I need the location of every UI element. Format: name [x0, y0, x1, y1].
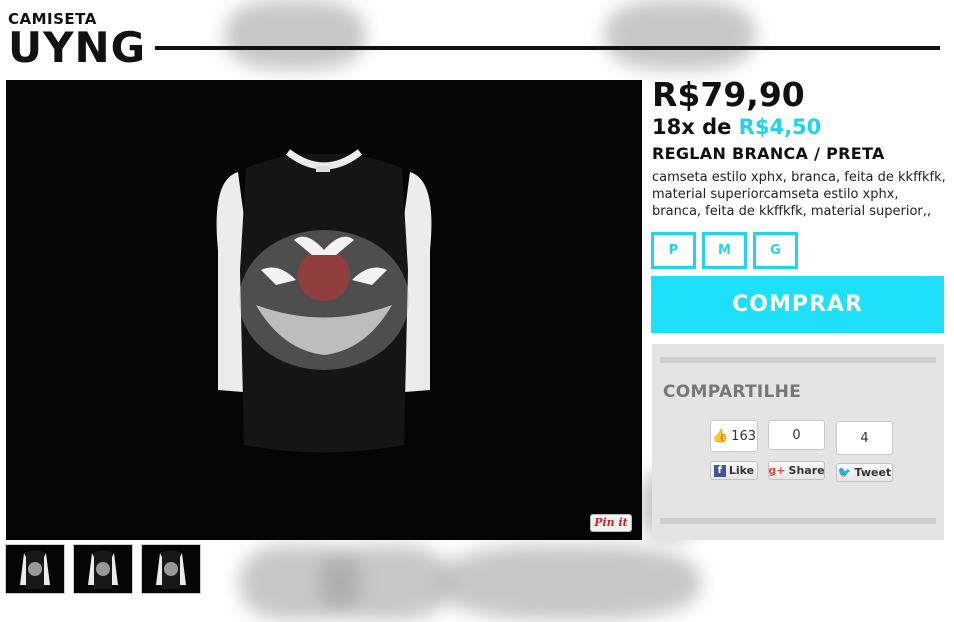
twitter-tweet-label: Tweet	[854, 466, 892, 479]
product-name: REGLAN BRANCA / PRETA	[652, 144, 885, 163]
page-header: CAMISETA UYNG	[8, 10, 147, 72]
product-description: camseta estilo xphx, branca, feita de kk…	[652, 170, 946, 219]
page-title: UYNG	[8, 23, 147, 72]
thumbnail-shirt-icon	[88, 550, 118, 589]
twitter-tweet-button[interactable]: 🐦 Tweet	[836, 463, 893, 482]
buy-button[interactable]: COMPRAR	[651, 276, 944, 333]
background-blur	[605, 0, 755, 70]
share-panel: COMPARTILHE 👍 163 f Like 0 g+ Share 4 🐦 …	[652, 344, 944, 540]
twitter-count: 4	[836, 421, 893, 455]
facebook-count-value: 163	[731, 428, 756, 444]
facebook-count: 👍 163	[710, 420, 758, 452]
installment-info: 18x de R$4,50	[652, 114, 946, 140]
share-divider-top	[660, 357, 936, 363]
installment-prefix: 18x de	[652, 115, 732, 139]
google-share-button[interactable]: g+ Share	[768, 461, 825, 480]
facebook-icon: f	[713, 464, 726, 477]
twitter-icon: 🐦	[837, 466, 852, 479]
google-share-label: Share	[788, 464, 825, 477]
installment-value: R$4,50	[738, 115, 822, 139]
pinterest-pin-button[interactable]: Pin it	[590, 514, 632, 532]
google-count: 0	[768, 420, 825, 450]
background-blur	[225, 0, 365, 70]
size-option-g[interactable]: G	[753, 232, 798, 269]
thumbnail-1[interactable]	[5, 544, 65, 594]
facebook-like-label: Like	[728, 464, 755, 477]
size-selector: P M G	[651, 232, 798, 269]
product-shirt-image	[216, 149, 432, 453]
twitter-count-value: 4	[860, 430, 869, 446]
size-option-p[interactable]: P	[651, 232, 696, 269]
share-divider-bottom	[660, 518, 936, 524]
google-count-value: 0	[792, 427, 801, 443]
product-info: R$79,90 18x de R$4,50 REGLAN BRANCA / PR…	[652, 76, 946, 220]
background-blur	[320, 545, 450, 620]
thumbnail-2[interactable]	[73, 544, 133, 594]
background-blur	[440, 545, 700, 620]
thumbs-up-icon: 👍	[711, 428, 729, 444]
header-divider	[155, 46, 940, 50]
thumbnail-3[interactable]	[141, 544, 201, 594]
product-price: R$79,90	[652, 75, 805, 114]
thumbnail-strip	[5, 544, 201, 594]
google-plus-icon: g+	[768, 464, 786, 477]
product-main-image[interactable]: Pin it	[6, 80, 642, 540]
share-title: COMPARTILHE	[663, 382, 802, 402]
thumbnail-shirt-icon	[156, 550, 186, 589]
size-option-m[interactable]: M	[702, 232, 747, 269]
thumbnail-shirt-icon	[20, 550, 50, 589]
facebook-like-button[interactable]: f Like	[710, 461, 758, 480]
